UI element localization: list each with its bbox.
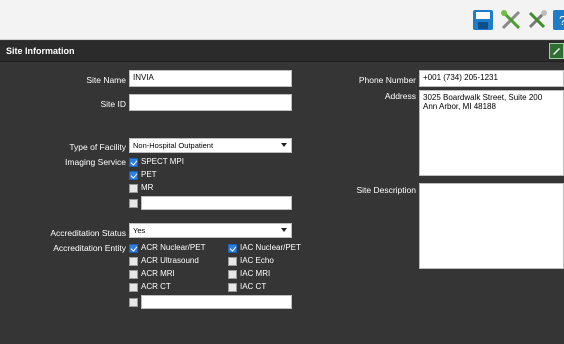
site-name-label: Site Name [86, 75, 126, 85]
accreditation-status-label: Accreditation Status [50, 228, 126, 238]
phone-number-input[interactable]: +001 (734) 205-1231 [419, 70, 564, 87]
site-description-textarea[interactable] [419, 183, 564, 269]
spect-mpi-checkbox[interactable] [129, 158, 138, 167]
save-icon[interactable] [472, 9, 494, 31]
accreditation-status-value: Yes [133, 226, 146, 235]
iac-ct-checkbox[interactable] [228, 283, 237, 292]
iac-ct-label: IAC CT [240, 282, 267, 291]
tools-icon[interactable] [500, 9, 522, 31]
settings-tools-icon[interactable] [526, 9, 548, 31]
pet-label: PET [141, 170, 157, 179]
edit-icon[interactable] [549, 43, 564, 59]
acr-nuclear-pet-checkbox[interactable] [129, 244, 138, 253]
address-label: Address [384, 91, 416, 101]
facility-select-value: Non-Hospital Outpatient [133, 141, 214, 150]
section-header: Site Information [0, 41, 564, 62]
mr-checkbox[interactable] [129, 184, 138, 193]
iac-mri-checkbox[interactable] [228, 270, 237, 279]
chevron-down-icon [281, 228, 287, 232]
acr-ct-checkbox[interactable] [129, 283, 138, 292]
iac-nuclear-pet-checkbox[interactable] [228, 244, 237, 253]
iac-echo-checkbox[interactable] [228, 257, 237, 266]
acr-mri-label: ACR MRI [141, 269, 175, 278]
spect-mpi-label: SPECT MPI [141, 157, 184, 166]
facility-label: Type of Facility [69, 142, 126, 152]
mr-label: MR [141, 183, 154, 192]
accreditation-other-input[interactable] [141, 295, 292, 309]
facility-select[interactable]: Non-Hospital Outpatient [129, 138, 292, 153]
acr-ct-label: ACR CT [141, 282, 171, 291]
site-id-input[interactable] [129, 94, 292, 111]
iac-echo-label: IAC Echo [240, 256, 274, 265]
svg-text:?: ? [559, 13, 564, 28]
help-icon[interactable]: ? [552, 9, 564, 31]
phone-number-label: Phone Number [358, 75, 416, 85]
imaging-other-input[interactable] [141, 196, 292, 210]
pet-checkbox[interactable] [129, 171, 138, 180]
accreditation-entity-label: Accreditation Entity [53, 243, 126, 253]
acr-nuclear-pet-label: ACR Nuclear/PET [141, 243, 206, 252]
top-toolbar: ? [0, 0, 564, 40]
chevron-down-icon [281, 143, 287, 147]
accreditation-status-select[interactable]: Yes [129, 223, 292, 238]
section-title: Site Information [6, 46, 75, 56]
imaging-service-label: Imaging Service [65, 157, 126, 167]
accreditation-other-checkbox[interactable] [129, 298, 138, 307]
address-textarea[interactable]: 3025 Boardwalk Street, Suite 200 Ann Arb… [419, 90, 564, 176]
site-id-label: Site ID [100, 99, 126, 109]
iac-nuclear-pet-label: IAC Nuclear/PET [240, 243, 301, 252]
imaging-other-checkbox[interactable] [129, 199, 138, 208]
site-name-input[interactable]: INVIA [129, 70, 292, 87]
acr-ultrasound-label: ACR Ultrasound [141, 256, 199, 265]
acr-ultrasound-checkbox[interactable] [129, 257, 138, 266]
iac-mri-label: IAC MRI [240, 269, 271, 278]
acr-mri-checkbox[interactable] [129, 270, 138, 279]
site-description-label: Site Description [356, 185, 416, 195]
